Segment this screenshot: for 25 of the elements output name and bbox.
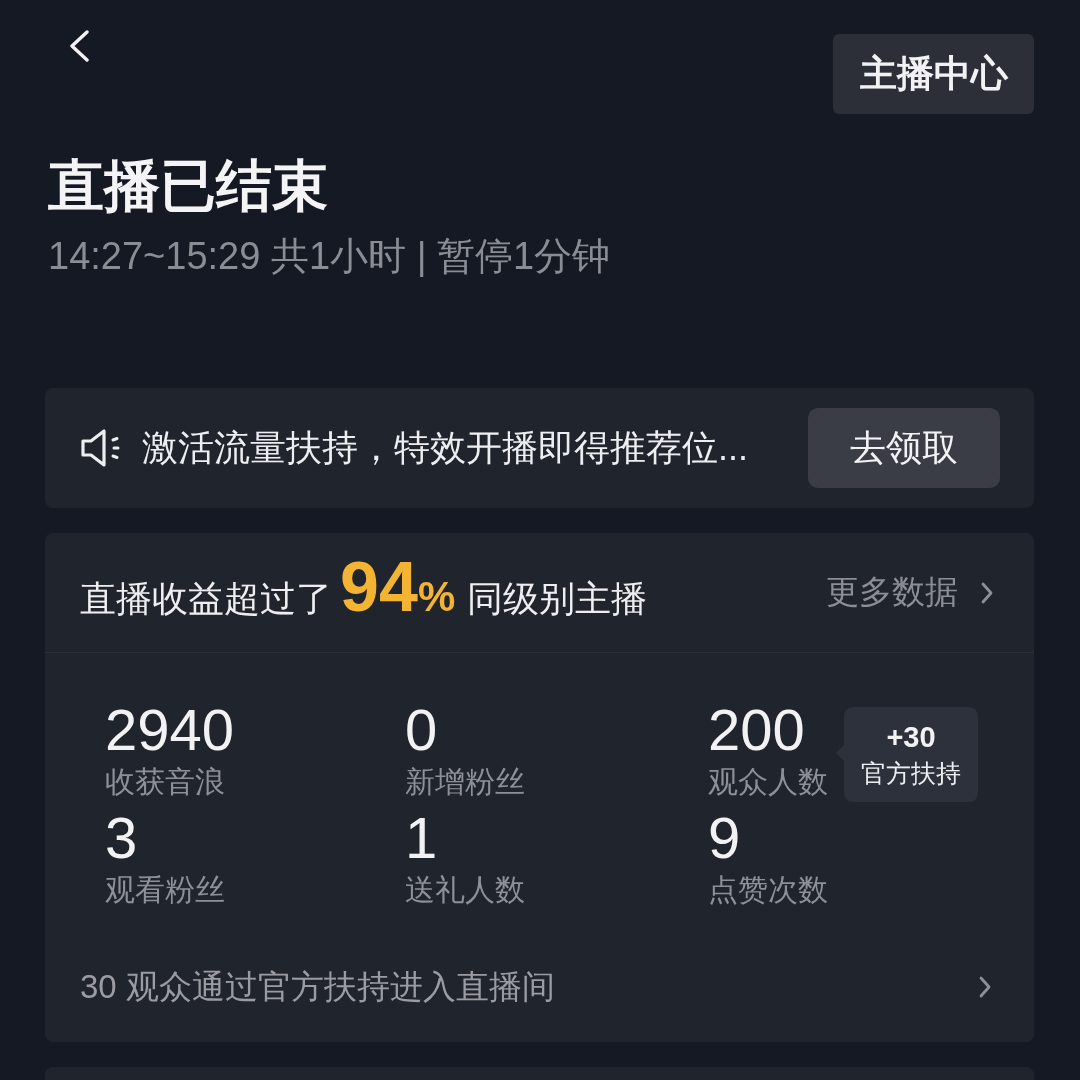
badge-label: 官方扶持 bbox=[861, 757, 961, 789]
page-title: 直播已结束 bbox=[48, 155, 329, 217]
stat-label: 送礼人数 bbox=[405, 872, 525, 908]
stat-value: 200 bbox=[708, 700, 805, 760]
back-icon[interactable] bbox=[68, 30, 90, 62]
stat-value: 9 bbox=[708, 808, 741, 868]
stat-value: 3 bbox=[105, 808, 138, 868]
stat-label: 新增粉丝 bbox=[405, 764, 525, 800]
stat-label: 点赞次数 bbox=[708, 872, 828, 908]
stat-label: 观看粉丝 bbox=[105, 872, 225, 908]
stat-value: 1 bbox=[405, 808, 438, 868]
chevron-right-icon bbox=[978, 975, 992, 999]
session-summary: 14:27~15:29 共1小时 | 暂停1分钟 bbox=[48, 234, 612, 278]
stat-value: 2940 bbox=[105, 700, 235, 760]
earnings-summary: 直播收益超过了 94% 同级别主播 bbox=[80, 550, 648, 628]
more-data-link[interactable]: 更多数据 bbox=[826, 570, 994, 615]
stat-label: 观众人数 bbox=[708, 764, 828, 800]
promo-text: 激活流量扶持，特效开播即得推荐位... bbox=[142, 425, 749, 470]
stat-label: 收获音浪 bbox=[105, 764, 225, 800]
badge-value: +30 bbox=[886, 719, 936, 755]
support-viewers-link[interactable]: 30 观众通过官方扶持进入直播间 bbox=[45, 932, 1034, 1042]
stat-value: 0 bbox=[405, 700, 438, 760]
claim-button[interactable]: 去领取 bbox=[808, 408, 1000, 488]
chevron-right-icon bbox=[980, 580, 994, 605]
anchor-center-button[interactable]: 主播中心 bbox=[833, 34, 1034, 114]
